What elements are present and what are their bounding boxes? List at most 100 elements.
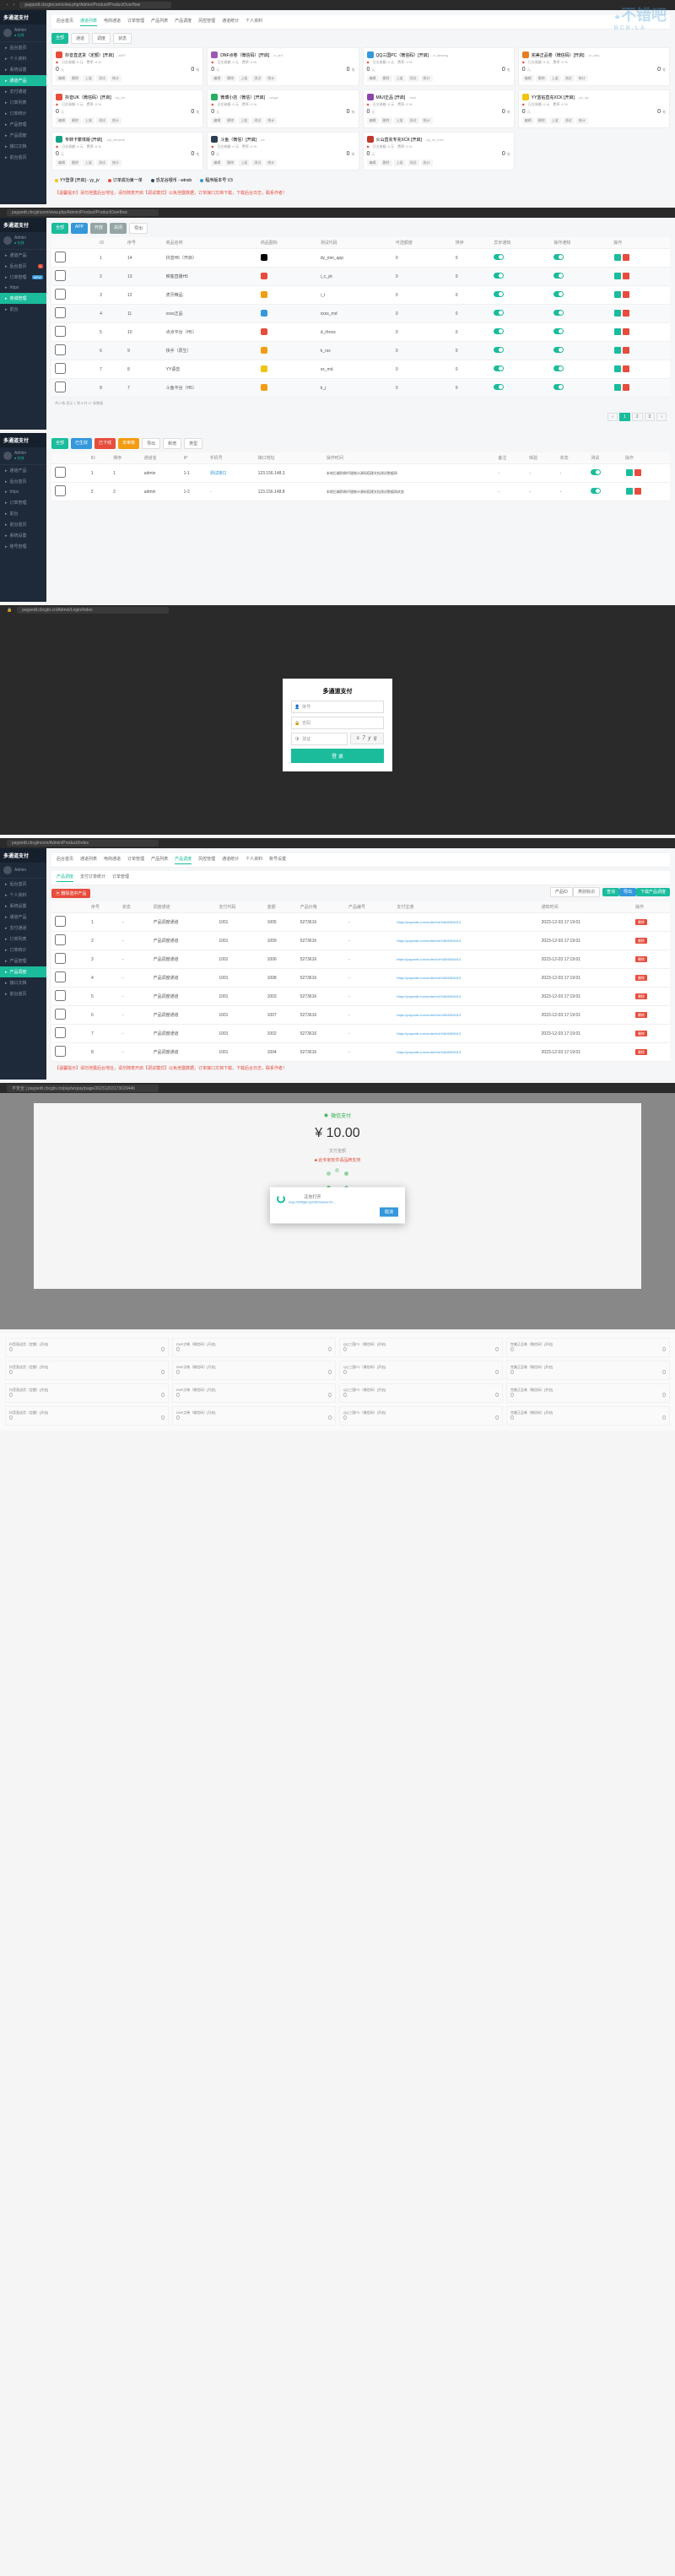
sidebar-item-5[interactable]: ▸订单列表 <box>0 97 46 108</box>
tab-3[interactable]: 订单管理 <box>127 856 144 864</box>
row-checkbox[interactable] <box>55 953 66 964</box>
login-button[interactable]: 登 录 <box>291 749 384 763</box>
card-action[interactable]: 上架 <box>549 75 561 82</box>
delete-button[interactable] <box>623 291 629 298</box>
row-checkbox[interactable] <box>55 1027 66 1038</box>
sidebar-item-0[interactable]: ▸后台首页 <box>0 879 46 890</box>
card-action[interactable]: 上架 <box>83 160 94 166</box>
async-toggle[interactable] <box>494 310 504 316</box>
delete-button[interactable] <box>634 469 641 476</box>
row-checkbox[interactable] <box>55 990 66 1001</box>
sidebar-item-2[interactable]: ▸https <box>0 487 46 497</box>
status-toggle[interactable] <box>591 488 601 494</box>
card-action[interactable]: 测试 <box>96 160 108 166</box>
sidebar-item-5[interactable]: ▸前台 <box>0 304 46 315</box>
table-row[interactable]: 114抖音H5（开启）dy_min_app00 <box>51 249 670 268</box>
tab-2[interactable]: 电商通道 <box>104 18 121 26</box>
card-action[interactable]: 删除 <box>381 75 392 82</box>
card-action[interactable]: 编辑 <box>211 75 223 82</box>
card-action[interactable]: 统计 <box>265 160 277 166</box>
filter-btn-2[interactable]: 已下线 <box>94 438 116 449</box>
sidebar-item-6[interactable]: ▸订单统计 <box>0 944 46 955</box>
sidebar-item-9[interactable]: ▸接口文档 <box>0 977 46 988</box>
table-row[interactable]: 87斗鱼平台（H5）k_j00 <box>51 379 670 398</box>
card-action[interactable]: 编辑 <box>211 160 223 166</box>
card-action[interactable]: 编辑 <box>367 75 379 82</box>
page-2[interactable]: 2 <box>632 413 643 421</box>
sidebar-item-7[interactable]: ▸产品管理 <box>0 955 46 966</box>
tab-8[interactable]: 个人资料 <box>246 856 262 864</box>
card-action[interactable]: 测试 <box>563 117 575 124</box>
async-toggle[interactable] <box>494 254 504 260</box>
notify-toggle[interactable] <box>554 254 564 260</box>
card-action[interactable]: 删除 <box>69 75 81 82</box>
card-action[interactable]: 编辑 <box>522 117 534 124</box>
table-row[interactable]: 8-产品调度通道100110045273616-https://paycedt.… <box>51 1043 670 1062</box>
delete-button[interactable] <box>623 347 629 354</box>
row-checkbox[interactable] <box>55 467 66 478</box>
edit-button[interactable] <box>614 273 621 279</box>
notify-toggle[interactable] <box>554 273 564 279</box>
sidebar-item-0[interactable]: ▸通道产品 <box>0 250 46 261</box>
card-action[interactable]: 编辑 <box>56 75 68 82</box>
sidebar-item-4[interactable]: ▸支付通道 <box>0 923 46 934</box>
tab-6[interactable]: 风控管理 <box>198 18 215 26</box>
row-checkbox[interactable] <box>55 1009 66 1020</box>
mid-filter[interactable]: 产品ID <box>550 887 573 897</box>
card-action[interactable]: 统计 <box>576 117 588 124</box>
fwd-icon[interactable]: › <box>14 3 15 8</box>
notify-toggle[interactable] <box>554 365 564 371</box>
notify-toggle[interactable] <box>554 291 564 297</box>
async-toggle[interactable] <box>494 273 504 279</box>
card-action[interactable]: 删除 <box>536 117 548 124</box>
page-3[interactable]: 3 <box>645 413 656 421</box>
row-checkbox[interactable] <box>55 916 66 927</box>
row-checkbox[interactable] <box>55 485 66 496</box>
filter-btn-4[interactable]: 导出 <box>142 438 160 449</box>
page-next[interactable]: › <box>656 413 667 421</box>
card-action[interactable]: 删除 <box>536 75 548 82</box>
card-action[interactable]: 测试 <box>96 75 108 82</box>
async-toggle[interactable] <box>494 365 504 371</box>
card-action[interactable]: 测试 <box>408 75 419 82</box>
card-action[interactable]: 上架 <box>238 117 250 124</box>
table-row[interactable]: 213映客直播H5i_c_yk00 <box>51 268 670 286</box>
tab-7[interactable]: 通道统计 <box>222 856 239 864</box>
tab-8[interactable]: 个人资料 <box>246 18 262 26</box>
filter-btn-3[interactable]: 关闭 <box>110 223 127 234</box>
table-row[interactable]: 312虎牙精品i_t00 <box>51 286 670 305</box>
tab-0[interactable]: 后台首页 <box>57 18 73 26</box>
edit-button[interactable] <box>614 310 621 317</box>
delete-button[interactable] <box>634 488 641 495</box>
sidebar-item-10[interactable]: ▸前台首页 <box>0 152 46 163</box>
row-checkbox[interactable] <box>55 934 66 945</box>
notify-toggle[interactable] <box>554 328 564 334</box>
sidebar-item-1[interactable]: ▸后台首页 <box>0 476 46 487</box>
card-action[interactable]: 删除 <box>224 117 236 124</box>
sidebar-item-6[interactable]: ▸系统设置 <box>0 530 46 541</box>
sidebar-item-2[interactable]: ▸系统设置 <box>0 901 46 912</box>
sidebar-item-5[interactable]: ▸前台首页 <box>0 519 46 530</box>
sidebar-item-4[interactable]: ▸支付通道 <box>0 86 46 97</box>
table-row[interactable]: 11admin1-1测试接口123.156.148.3本地后端防刷代理统计源码搭… <box>51 464 670 483</box>
delete-button[interactable] <box>623 273 629 279</box>
tab-4[interactable]: 产品列表 <box>151 18 168 26</box>
filter-btn-0[interactable]: 全部 <box>51 223 68 234</box>
address-bar[interactable]: paypedt.cbcgtncom/view.php/Admin/Product… <box>7 209 159 216</box>
tab-2[interactable]: 订单管理 <box>112 874 129 882</box>
account-input[interactable]: 👤账号 <box>291 701 384 713</box>
async-toggle[interactable] <box>494 384 504 390</box>
table-row[interactable]: 5-产品调度通道100110035273616-https://paycedt.… <box>51 988 670 1006</box>
delete-button[interactable]: 删除 <box>635 975 647 981</box>
table-row[interactable]: 3-产品调度通道100110065273616-https://paycedt.… <box>51 950 670 969</box>
delete-button[interactable] <box>623 310 629 317</box>
table-row[interactable]: 411xxss正品xxss_md00 <box>51 305 670 323</box>
card-action[interactable]: 上架 <box>394 160 406 166</box>
card-action[interactable]: 测试 <box>96 117 108 124</box>
sidebar-user[interactable]: Admin ● 在线 <box>0 24 46 42</box>
tab-0[interactable]: 后台首页 <box>57 856 73 864</box>
card-action[interactable]: 删除 <box>224 160 236 166</box>
row-checkbox[interactable] <box>55 252 66 262</box>
sidebar-item-3[interactable]: ▸订单管理 <box>0 497 46 508</box>
row-checkbox[interactable] <box>55 971 66 982</box>
